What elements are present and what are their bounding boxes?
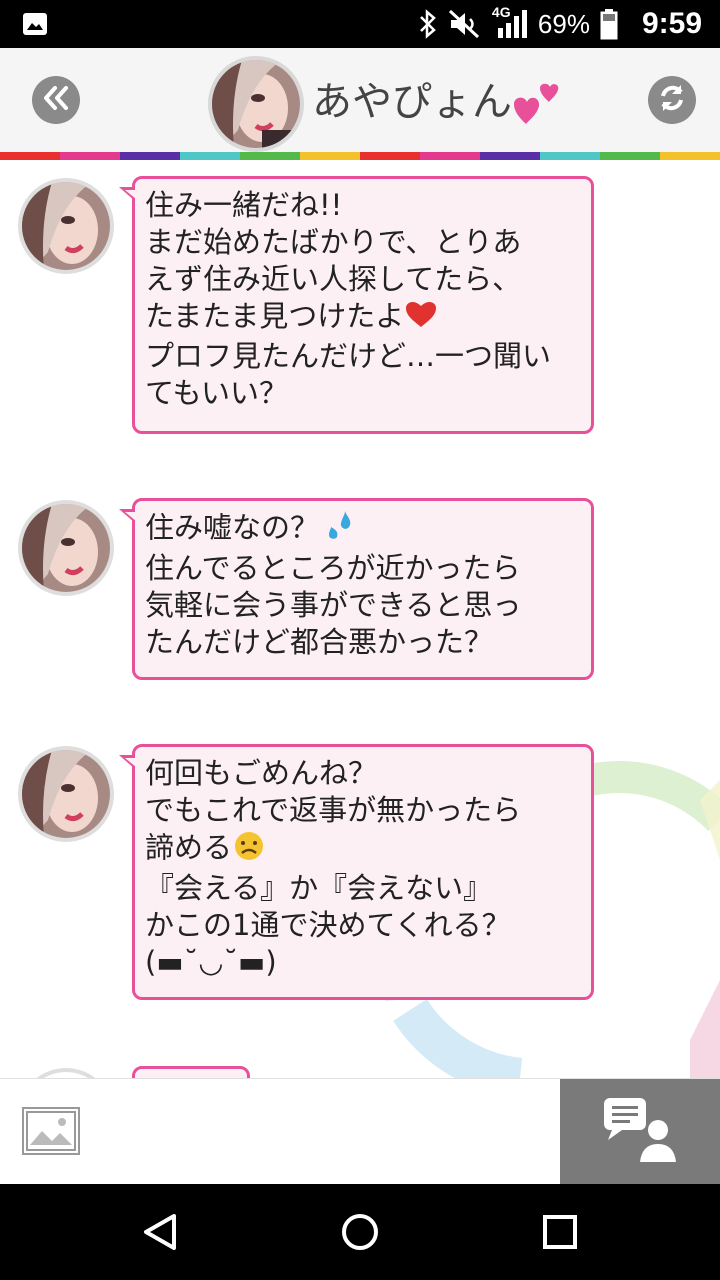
message-line: まだ始めたばかりで、とりあ xyxy=(145,225,522,259)
message-line: たんだけど都合悪かった？ xyxy=(145,625,494,659)
header-avatar[interactable] xyxy=(208,56,304,152)
sweat-drops-icon xyxy=(325,509,357,550)
chat-user-icon xyxy=(602,1096,678,1168)
message-line: 『会える』か『会えない』 xyxy=(145,871,493,905)
clock: 9:59 xyxy=(641,7,702,40)
rainbow-segment xyxy=(240,152,300,160)
input-bar xyxy=(0,1078,720,1185)
message-bubble[interactable] xyxy=(132,1066,250,1078)
message-line: 何回もごめんね？ xyxy=(145,756,378,790)
chat-header: あやぴょん xyxy=(0,48,720,152)
battery-icon xyxy=(600,8,618,40)
rainbow-segment xyxy=(600,152,660,160)
sender-avatar[interactable] xyxy=(18,746,114,842)
message-line: えず住み近い人探してたら、 xyxy=(145,262,522,296)
message-line: でもこれで返事が無かったら xyxy=(145,793,522,827)
back-triangle-icon[interactable] xyxy=(140,1212,180,1252)
message-line: 気軽に会う事ができると思っ xyxy=(145,588,522,622)
contact-name: あやぴょん xyxy=(312,79,512,125)
rainbow-segment xyxy=(120,152,180,160)
signal-icon: 4G xyxy=(492,4,528,40)
message-line: てもいい？ xyxy=(145,375,288,410)
two-hearts-icon xyxy=(510,82,560,128)
network-type: 4G xyxy=(491,4,511,20)
compose-button[interactable] xyxy=(560,1079,720,1185)
message-bubble[interactable]: 住み嘘なの？ 住んでるところが近かったら 気軽に会う事ができると思っ たんだけど… xyxy=(119,498,594,680)
message-line: (▬˘◡˘▬) xyxy=(145,945,277,979)
home-circle-icon[interactable] xyxy=(340,1212,380,1252)
message-line: 住み一緒だね!! xyxy=(145,188,343,222)
mute-icon xyxy=(448,9,482,39)
battery-percent: 69% xyxy=(537,8,590,39)
system-nav-bar xyxy=(0,1184,720,1280)
red-heart-icon xyxy=(404,299,438,338)
sad-face-icon xyxy=(232,829,266,870)
refresh-button[interactable] xyxy=(648,76,696,124)
bluetooth-icon xyxy=(418,9,438,39)
message-line: 住み嘘なの？ xyxy=(145,510,320,545)
back-button[interactable] xyxy=(32,76,80,124)
sender-avatar[interactable] xyxy=(18,178,114,274)
rainbow-segment xyxy=(300,152,360,160)
rainbow-divider xyxy=(0,152,720,160)
sender-avatar[interactable] xyxy=(18,500,114,596)
recents-square-icon[interactable] xyxy=(540,1212,580,1252)
image-button[interactable] xyxy=(22,1107,80,1155)
double-chevron-left-icon xyxy=(41,85,71,115)
rainbow-segment xyxy=(420,152,480,160)
rainbow-segment xyxy=(0,152,60,160)
message-line: かこの1通で決めてくれる？ xyxy=(145,908,511,942)
rainbow-segment xyxy=(660,152,720,160)
chat-area[interactable]: 住み一緒だね!! まだ始めたばかりで、とりあ えず住み近い人探してたら、 たまた… xyxy=(0,160,720,1078)
rainbow-segment xyxy=(540,152,600,160)
rainbow-segment xyxy=(360,152,420,160)
message-line: 住んでるところが近かったら xyxy=(145,551,521,585)
rainbow-segment xyxy=(480,152,540,160)
message-line: たまたま見つけたよ xyxy=(145,299,405,333)
message-bubble[interactable]: 住み一緒だね!! まだ始めたばかりで、とりあ えず住み近い人探してたら、 たまた… xyxy=(119,176,594,434)
message-bubble[interactable]: 何回もごめんね？ でもこれで返事が無かったら 諦める 『会える』か『会えない』 … xyxy=(119,744,594,1000)
message-line: 諦める xyxy=(145,830,233,865)
refresh-icon xyxy=(656,82,688,118)
message-line: プロフ見たんだけど…一つ聞い xyxy=(145,338,552,373)
image-icon xyxy=(24,1111,78,1157)
status-bar: 4G 69% 9:59 xyxy=(0,0,720,48)
rainbow-segment xyxy=(180,152,240,160)
image-notification-icon xyxy=(22,12,48,36)
rainbow-segment xyxy=(60,152,120,160)
